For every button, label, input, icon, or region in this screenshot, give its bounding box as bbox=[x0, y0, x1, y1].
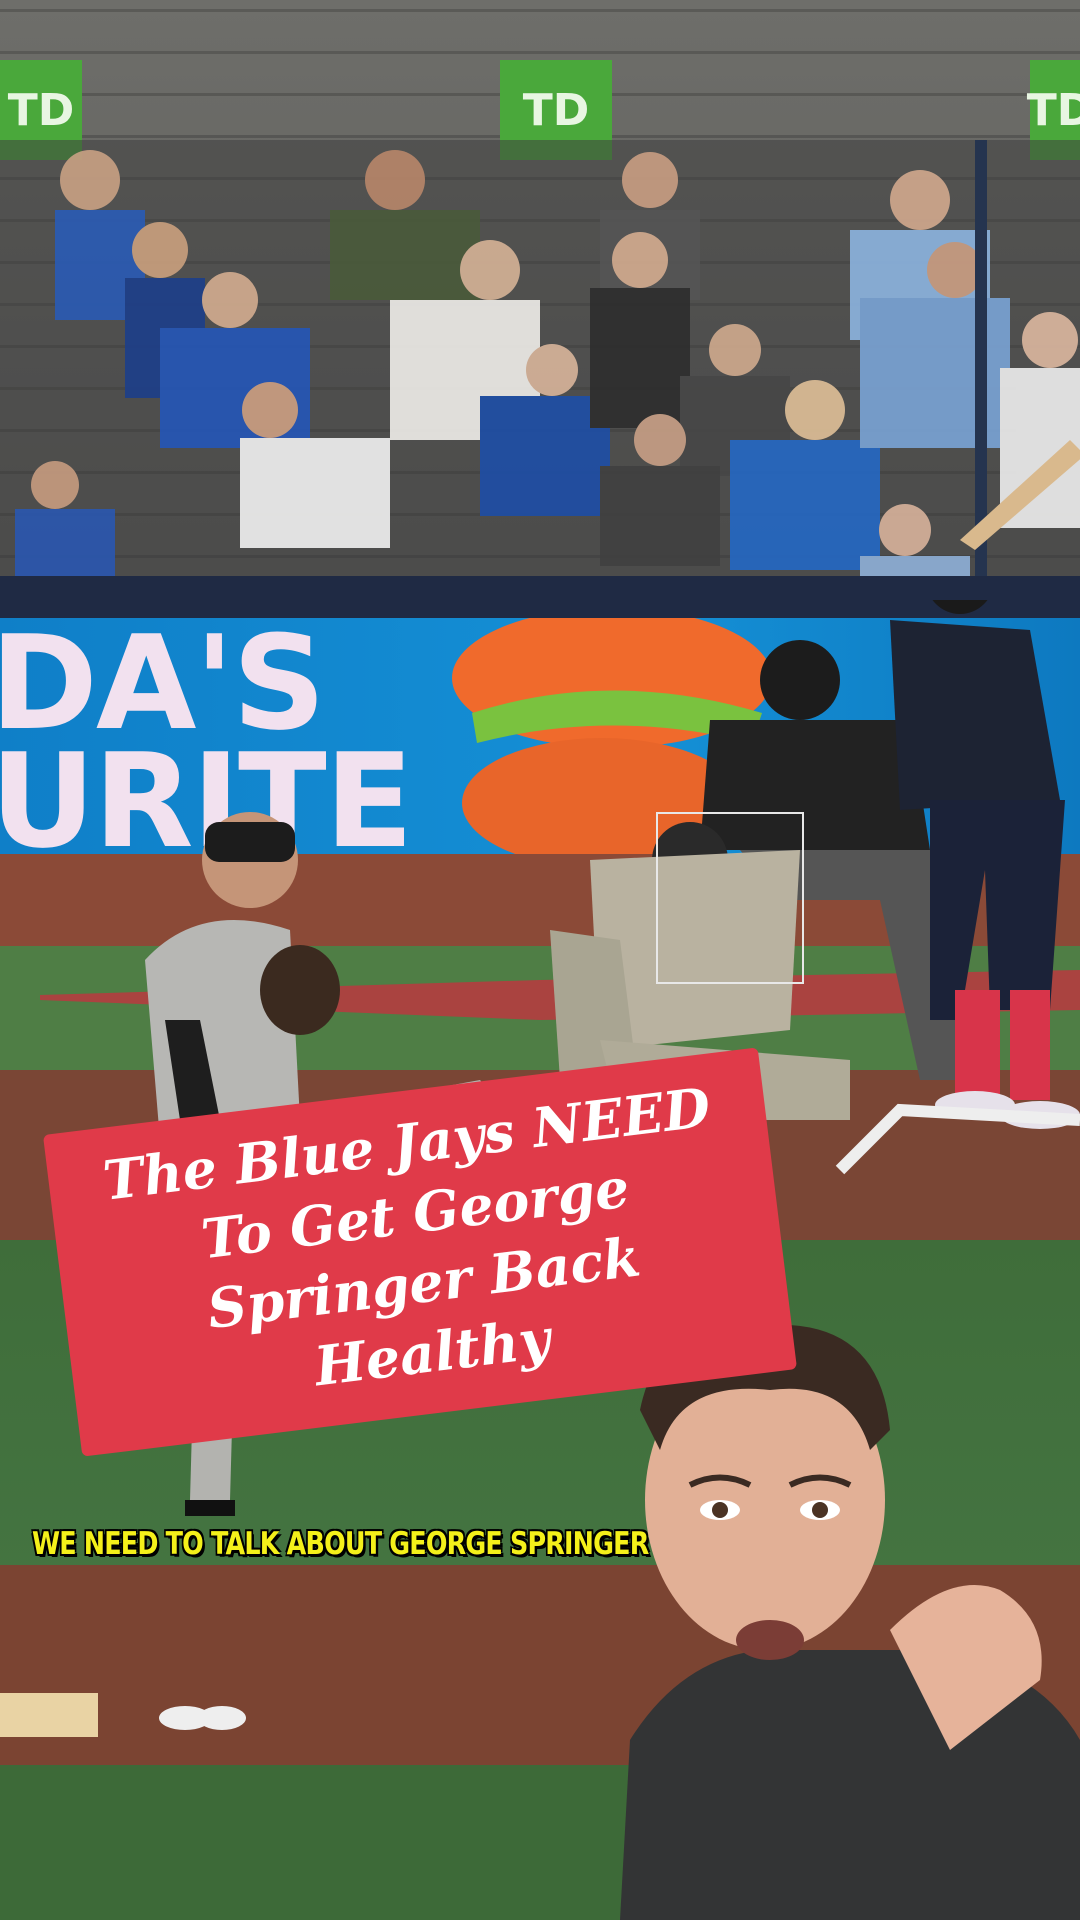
bat-image bbox=[960, 430, 1080, 550]
presenter-image bbox=[620, 1323, 1080, 1920]
crowd-image bbox=[0, 140, 1080, 580]
subtitle-caption: WE NEED TO TALK ABOUT GEORGE SPRINGER bbox=[32, 1526, 649, 1562]
face-tracking-box bbox=[656, 812, 804, 984]
video-title: The Blue Jays NEED To Get George Springe… bbox=[99, 1074, 714, 1399]
